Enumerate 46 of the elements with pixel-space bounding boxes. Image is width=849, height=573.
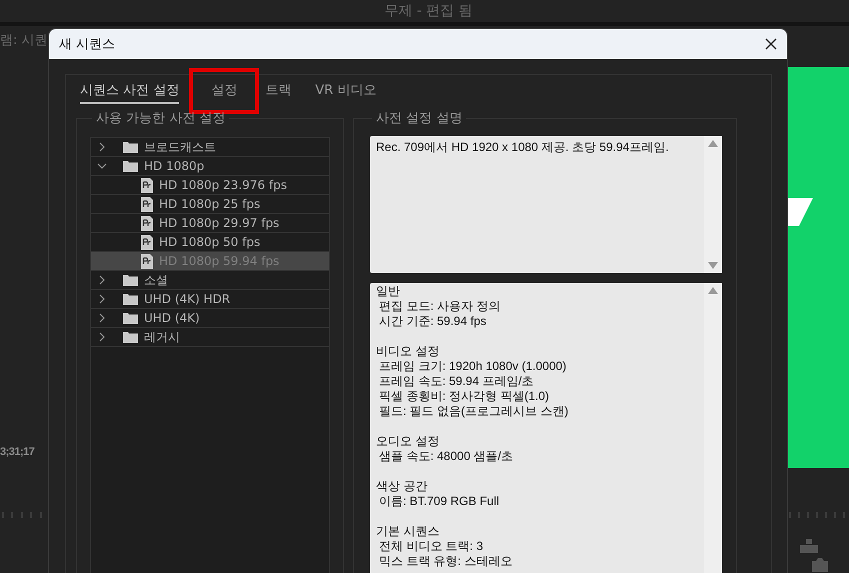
setting-line: 프레임 속도: 59.94 프레임/초 <box>378 374 535 389</box>
file-icon <box>141 234 153 250</box>
panel-label: 램: 시퀀 <box>0 32 48 49</box>
setting-line: 이름: BT.709 RGB Full <box>378 494 500 509</box>
tree-item[interactable]: HD 1080p 25 fps <box>91 195 329 214</box>
folder-icon <box>123 141 138 153</box>
file-icon <box>141 196 153 212</box>
section-heading: 비디오 설정 <box>376 344 440 359</box>
app-title: 무제 - 편집 됨 <box>384 2 473 20</box>
tree-item[interactable]: 브로드캐스트 <box>91 138 329 157</box>
folder-icon <box>123 312 138 324</box>
section-heading: 오디오 설정 <box>376 434 440 449</box>
timecode: 3;31;17 <box>0 446 34 458</box>
tab[interactable]: VR 비디오 <box>305 78 386 104</box>
close-button[interactable] <box>763 36 779 52</box>
setting-line: 전체 비디오 트랙: 3 <box>378 539 484 554</box>
tree-item[interactable]: UHD (4K) <box>91 309 329 328</box>
dialog-title: 새 시퀀스 <box>59 36 116 53</box>
tree-item[interactable]: HD 1080p <box>91 157 329 176</box>
description-text: Rec. 709에서 HD 1920 x 1080 제공. 초당 59.94프레임. <box>375 139 670 156</box>
file-icon <box>141 216 153 230</box>
setting-line: 시간 기준: 59.94 fps <box>378 314 488 329</box>
setting-line: 샘플 속도: 48000 샘플/초 <box>378 449 514 464</box>
section-heading: 기본 시퀀스 <box>376 524 440 539</box>
tab[interactable]: 트랙 <box>255 78 302 104</box>
setting-line: 프레임 크기: 1920h 1080v (1.0000) <box>378 359 568 374</box>
setting-line: 믹스 트랙 유형: 스테레오 <box>378 554 514 569</box>
tab[interactable]: 시퀀스 사전 설정 <box>80 78 180 104</box>
setting-line: 편집 모드: 사용자 정의 <box>378 299 502 314</box>
section-heading: 색상 공간 <box>376 479 428 494</box>
tree-item[interactable]: HD 1080p 23.976 fps <box>91 176 329 195</box>
file-icon <box>141 254 153 268</box>
folder-icon <box>123 331 138 343</box>
folder-icon <box>123 274 138 286</box>
section-heading: 일반 <box>376 284 401 299</box>
setting-line: 필드: 필드 없음(프로그레시브 스캔) <box>378 404 570 419</box>
file-icon <box>141 178 153 192</box>
group-title: 사용 가능한 사전 설정 <box>95 110 226 127</box>
tree-item[interactable]: UHD (4K) HDR <box>91 290 329 309</box>
folder-icon <box>123 293 138 305</box>
tree-item[interactable]: HD 1080p 29.97 fps <box>91 214 329 233</box>
folder-icon <box>123 160 138 172</box>
tree-item[interactable]: 소셜 <box>91 271 329 290</box>
setting-line: 픽셀 종횡비: 정사각형 픽셀(1.0) <box>378 389 550 404</box>
tree-item[interactable]: 레거시 <box>91 328 329 347</box>
group-title: 사전 설정 설명 <box>375 110 464 127</box>
